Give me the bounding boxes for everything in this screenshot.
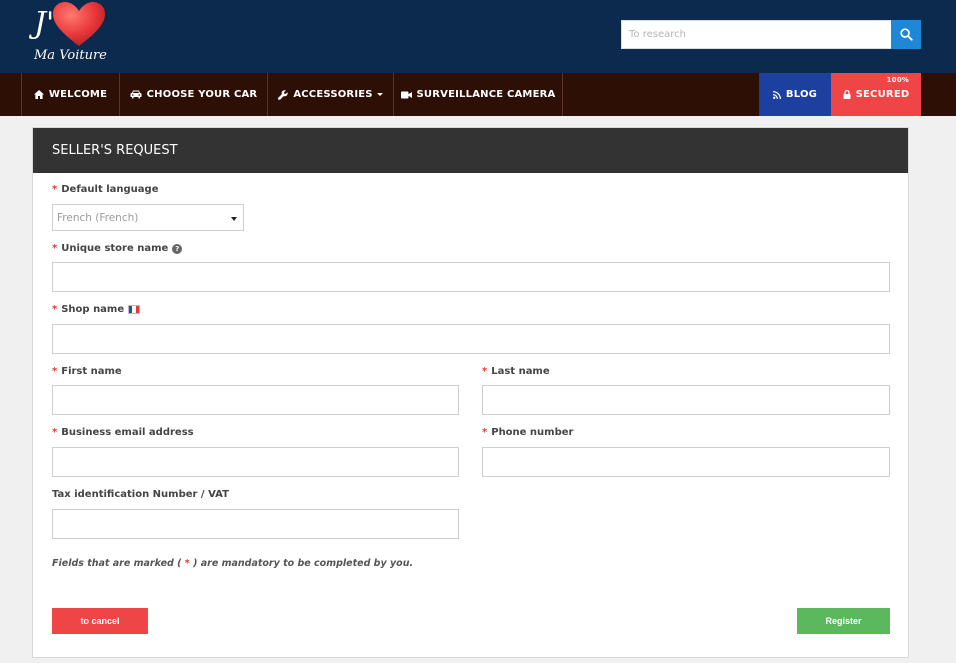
search-icon bbox=[899, 28, 913, 41]
home-icon bbox=[33, 90, 44, 99]
secured-badge: 100% bbox=[886, 76, 909, 84]
site-logo[interactable]: J' Ma Voiture bbox=[30, 2, 110, 68]
shop-name-label: * Shop name bbox=[52, 304, 141, 315]
search-input[interactable] bbox=[621, 20, 892, 49]
panel-title: SELLER'S REQUEST bbox=[33, 128, 908, 173]
wrench-icon bbox=[278, 89, 288, 100]
nav-blog[interactable]: BLOG bbox=[759, 73, 831, 116]
main-nav: WELCOME CHOOSE YOUR CAR ACCESSORIES SURV… bbox=[0, 73, 956, 116]
nav-surveillance-camera[interactable]: SURVEILLANCE CAMERA bbox=[394, 73, 563, 116]
required-marker: * bbox=[52, 243, 58, 254]
default-language-value: French (French) bbox=[57, 211, 139, 224]
lock-icon bbox=[843, 90, 851, 99]
nav-secured[interactable]: 100% SECURED bbox=[831, 73, 921, 116]
cancel-button[interactable]: to cancel bbox=[52, 608, 148, 634]
vat-input[interactable] bbox=[52, 509, 459, 539]
required-marker: * bbox=[52, 427, 58, 438]
heart-icon bbox=[53, 2, 105, 46]
first-name-label-text: First name bbox=[61, 366, 122, 377]
nav-secured-label: SECURED bbox=[855, 89, 910, 100]
default-language-select[interactable]: French (French) bbox=[52, 204, 244, 231]
question-circle-icon[interactable]: ? bbox=[172, 243, 183, 254]
required-marker: * bbox=[52, 304, 58, 315]
nav-choose-your-car-label: CHOOSE YOUR CAR bbox=[146, 89, 258, 100]
required-marker: * bbox=[184, 558, 190, 569]
required-marker: * bbox=[52, 366, 58, 377]
search-button[interactable] bbox=[891, 20, 921, 49]
mandatory-fields-note: Fields that are marked ( * ) are mandato… bbox=[52, 558, 413, 569]
logo-text-ma-voiture: Ma Voiture bbox=[34, 48, 107, 63]
note-prefix: Fields that are marked ( bbox=[52, 558, 182, 569]
required-marker: * bbox=[482, 427, 488, 438]
top-header: J' Ma Voiture bbox=[0, 0, 956, 73]
shop-name-input[interactable] bbox=[52, 324, 890, 354]
vat-label-text: Tax identification Number / VAT bbox=[52, 489, 229, 500]
last-name-label: * Last name bbox=[482, 366, 550, 377]
register-button[interactable]: Register bbox=[797, 608, 890, 634]
car-icon bbox=[130, 90, 142, 99]
nav-choose-your-car[interactable]: CHOOSE YOUR CAR bbox=[120, 73, 268, 116]
store-name-input[interactable] bbox=[52, 262, 890, 292]
phone-label-text: Phone number bbox=[491, 427, 574, 438]
default-language-label-text: Default language bbox=[61, 184, 159, 195]
shop-name-label-text: Shop name bbox=[61, 304, 125, 315]
search-bar bbox=[621, 20, 921, 49]
email-input[interactable] bbox=[52, 447, 459, 477]
last-name-label-text: Last name bbox=[491, 366, 550, 377]
nav-blog-label: BLOG bbox=[785, 89, 818, 100]
nav-surveillance-camera-label: SURVEILLANCE CAMERA bbox=[416, 89, 556, 100]
first-name-label: * First name bbox=[52, 366, 122, 377]
default-language-label: * Default language bbox=[52, 184, 159, 195]
required-marker: * bbox=[52, 184, 58, 195]
phone-label: * Phone number bbox=[482, 427, 573, 438]
email-label: * Business email address bbox=[52, 427, 194, 438]
store-name-label: * Unique store name ? bbox=[52, 243, 183, 254]
last-name-input[interactable] bbox=[482, 385, 890, 415]
phone-input[interactable] bbox=[482, 447, 890, 477]
nav-accessories-label: ACCESSORIES bbox=[293, 89, 373, 100]
video-camera-icon bbox=[400, 91, 412, 98]
french-flag-icon[interactable] bbox=[128, 305, 141, 314]
nav-welcome[interactable]: WELCOME bbox=[21, 73, 120, 116]
sellers-request-panel: SELLER'S REQUEST * Default language Fren… bbox=[32, 127, 909, 658]
vat-label: Tax identification Number / VAT bbox=[52, 489, 229, 500]
caret-down-icon bbox=[231, 217, 237, 221]
nav-accessories[interactable]: ACCESSORIES bbox=[268, 73, 394, 116]
email-label-text: Business email address bbox=[61, 427, 194, 438]
rss-icon bbox=[772, 90, 781, 99]
chevron-down-icon bbox=[376, 93, 383, 96]
required-marker: * bbox=[482, 366, 488, 377]
note-suffix: ) are mandatory to be completed by you. bbox=[193, 558, 414, 569]
nav-welcome-label: WELCOME bbox=[48, 89, 108, 100]
store-name-label-text: Unique store name bbox=[61, 243, 169, 254]
first-name-input[interactable] bbox=[52, 385, 459, 415]
